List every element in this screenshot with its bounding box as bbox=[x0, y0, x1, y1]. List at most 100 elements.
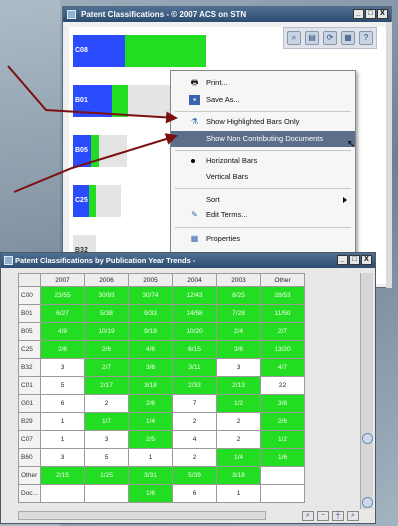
table-cell[interactable]: 2/33 bbox=[172, 376, 217, 395]
table-cell[interactable]: 10/20 bbox=[172, 322, 217, 341]
table-cell[interactable] bbox=[260, 484, 305, 503]
table-cell[interactable]: 5/39 bbox=[172, 466, 217, 485]
table-cell[interactable]: 2/6 bbox=[128, 394, 173, 413]
table-cell[interactable]: 2/13 bbox=[216, 376, 261, 395]
table-cell[interactable]: 28/53 bbox=[260, 286, 305, 305]
minimize-button[interactable]: _ bbox=[337, 255, 348, 265]
zoom-out-icon[interactable] bbox=[362, 497, 373, 508]
row-header[interactable]: B29 bbox=[18, 412, 41, 431]
table-cell[interactable]: 2/7 bbox=[84, 358, 129, 377]
table-cell[interactable]: 6/15 bbox=[172, 340, 217, 359]
table-row[interactable]: C07 1 3 2/5 4 2 1/2 bbox=[18, 430, 305, 449]
table-row[interactable]: G01 6 2 2/6 7 1/2 3/8 bbox=[18, 394, 305, 413]
table-cell[interactable]: 3 bbox=[216, 358, 261, 377]
table-cell[interactable]: 6/27 bbox=[40, 304, 85, 323]
table-cell[interactable]: 1/6 bbox=[260, 448, 305, 467]
table-cell[interactable]: 2 bbox=[84, 394, 129, 413]
table-cell[interactable]: 1/6 bbox=[128, 484, 173, 503]
table-cell[interactable]: 13/20 bbox=[260, 340, 305, 359]
table-cell[interactable]: 11/50 bbox=[260, 304, 305, 323]
table-cell[interactable]: 1/2 bbox=[216, 394, 261, 413]
table-cell[interactable]: 23/55 bbox=[40, 286, 85, 305]
row-header[interactable]: C01 bbox=[18, 376, 41, 395]
table-row[interactable]: C00 23/55 30/93 30/74 12/43 8/25 28/53 bbox=[18, 286, 305, 305]
table-cell[interactable]: 3/8 bbox=[260, 394, 305, 413]
row-header[interactable]: B60 bbox=[18, 448, 41, 467]
table-cell[interactable]: 3/11 bbox=[172, 358, 217, 377]
table-cell[interactable]: 12/43 bbox=[172, 286, 217, 305]
table-cell[interactable]: 9/19 bbox=[128, 322, 173, 341]
table-cell[interactable]: 3/18 bbox=[128, 376, 173, 395]
table-row[interactable]: B60 3 5 1 2 1/4 1/6 bbox=[18, 448, 305, 467]
table-cell[interactable]: 22 bbox=[260, 376, 305, 395]
table-row[interactable]: C25 2/6 2/6 4/6 6/15 3/6 13/20 bbox=[18, 340, 305, 359]
table-cell[interactable]: 7 bbox=[172, 394, 217, 413]
row-header[interactable]: B01 bbox=[18, 304, 41, 323]
table-cell[interactable]: 1/2 bbox=[260, 430, 305, 449]
table-cell[interactable]: 2 bbox=[172, 412, 217, 431]
column-header[interactable]: Other bbox=[260, 273, 305, 287]
table-cell[interactable]: 3/6 bbox=[216, 340, 261, 359]
table-cell[interactable]: 2/4 bbox=[216, 322, 261, 341]
table-cell[interactable]: 3 bbox=[84, 430, 129, 449]
table-cell[interactable]: 4/7 bbox=[260, 358, 305, 377]
table-cell[interactable]: 2/6 bbox=[40, 340, 85, 359]
magnify-plus-icon[interactable]: ⌕ bbox=[347, 511, 359, 521]
column-header[interactable]: 2004 bbox=[172, 273, 217, 287]
table-cell[interactable]: 4/9 bbox=[40, 322, 85, 341]
column-header[interactable]: 2003 bbox=[216, 273, 261, 287]
table-row[interactable]: Doc... 1/6 6 1 bbox=[18, 484, 305, 503]
table-cell[interactable]: 2 bbox=[216, 430, 261, 449]
row-header[interactable]: C07 bbox=[18, 430, 41, 449]
table-cell[interactable]: 7/28 bbox=[216, 304, 261, 323]
row-header[interactable]: Doc... bbox=[18, 484, 41, 503]
table-cell[interactable]: 10/19 bbox=[84, 322, 129, 341]
table-cell[interactable]: 1/4 bbox=[128, 412, 173, 431]
table-row[interactable]: B32 3 2/7 3/8 3/11 3 4/7 bbox=[18, 358, 305, 377]
table-cell[interactable]: 1 bbox=[128, 448, 173, 467]
table-cell[interactable] bbox=[260, 466, 305, 485]
table-cell[interactable]: 1/25 bbox=[84, 466, 129, 485]
row-header[interactable]: G01 bbox=[18, 394, 41, 413]
table-cell[interactable]: 5/38 bbox=[84, 304, 129, 323]
close-button[interactable]: X bbox=[361, 255, 372, 265]
zoom-slider-icon[interactable]: ┼ bbox=[332, 511, 344, 521]
table-row[interactable]: B05 4/9 10/19 9/19 10/20 2/4 2/7 bbox=[18, 322, 305, 341]
table-cell[interactable]: 1 bbox=[40, 412, 85, 431]
table-horizontal-scrollbar[interactable] bbox=[18, 511, 266, 520]
table-cell[interactable] bbox=[84, 484, 129, 503]
table-cell[interactable]: 30/93 bbox=[84, 286, 129, 305]
table-row[interactable]: B01 6/27 5/38 9/33 14/58 7/28 11/50 bbox=[18, 304, 305, 323]
row-header[interactable]: C25 bbox=[18, 340, 41, 359]
row-header[interactable]: B05 bbox=[18, 322, 41, 341]
table-cell[interactable]: 2/6 bbox=[260, 412, 305, 431]
window2-titlebar[interactable]: Patent Classifications by Publication Ye… bbox=[1, 253, 375, 268]
table-row[interactable]: Other 2/15 1/25 3/31 5/39 3/18 bbox=[18, 466, 305, 485]
zoom-in-icon[interactable] bbox=[362, 433, 373, 444]
table-cell[interactable]: 3 bbox=[40, 448, 85, 467]
table-cell[interactable]: 8/25 bbox=[216, 286, 261, 305]
table-cell[interactable]: 2 bbox=[216, 412, 261, 431]
row-header[interactable]: C00 bbox=[18, 286, 41, 305]
table-cell[interactable]: 2/17 bbox=[84, 376, 129, 395]
table-cell[interactable]: 1 bbox=[216, 484, 261, 503]
table-cell[interactable]: 9/33 bbox=[128, 304, 173, 323]
table-cell[interactable]: 2/6 bbox=[84, 340, 129, 359]
table-cell[interactable]: 14/58 bbox=[172, 304, 217, 323]
table-cell[interactable]: 30/74 bbox=[128, 286, 173, 305]
row-header[interactable]: Other bbox=[18, 466, 41, 485]
table-cell[interactable] bbox=[40, 484, 85, 503]
zoom-minus-icon[interactable]: − bbox=[317, 511, 329, 521]
row-header[interactable]: B32 bbox=[18, 358, 41, 377]
column-header[interactable]: 2006 bbox=[84, 273, 129, 287]
table-cell[interactable]: 1/7 bbox=[84, 412, 129, 431]
table-cell[interactable]: 2/7 bbox=[260, 322, 305, 341]
table-row[interactable]: C01 5 2/17 3/18 2/33 2/13 22 bbox=[18, 376, 305, 395]
table-cell[interactable]: 5 bbox=[40, 376, 85, 395]
table-cell[interactable]: 4 bbox=[172, 430, 217, 449]
table-cell[interactable]: 6 bbox=[40, 394, 85, 413]
magnify-icon[interactable]: ⌕ bbox=[302, 511, 314, 521]
table-cell[interactable]: 6 bbox=[172, 484, 217, 503]
table-cell[interactable]: 4/6 bbox=[128, 340, 173, 359]
maximize-button[interactable]: □ bbox=[349, 255, 360, 265]
